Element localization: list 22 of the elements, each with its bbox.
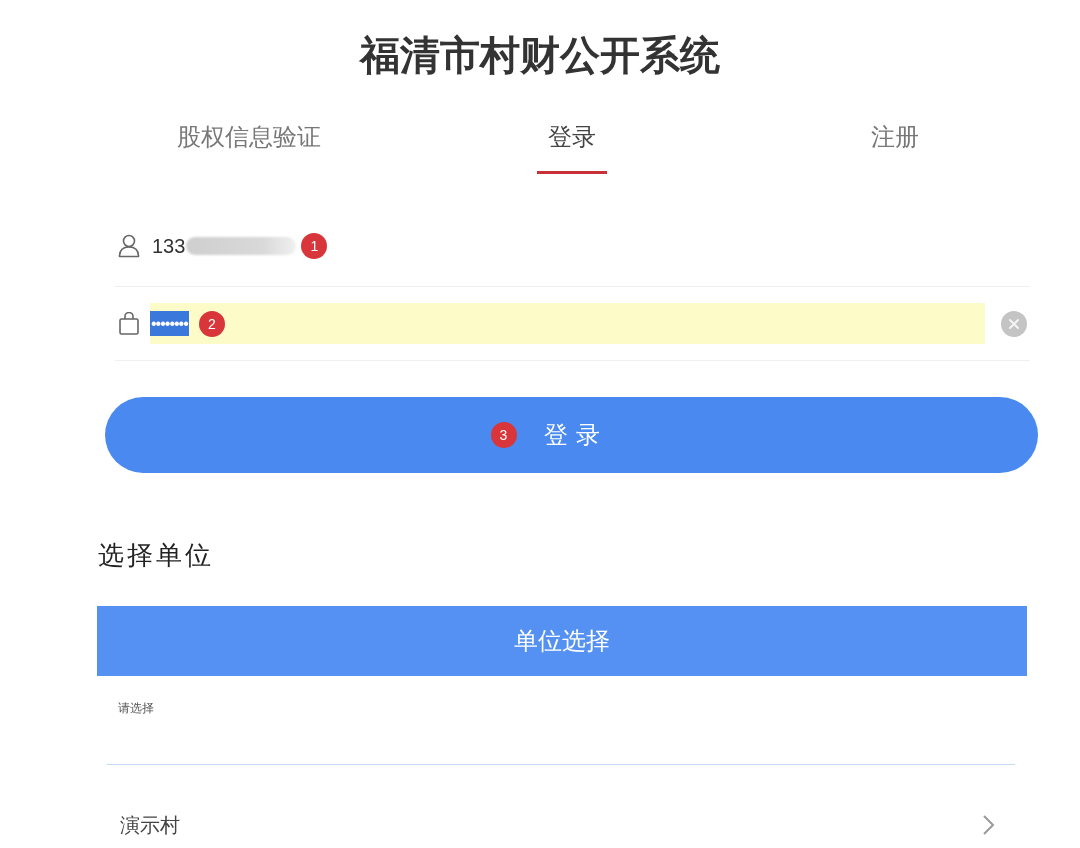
clear-button[interactable] [1001,310,1027,337]
option-label[interactable]: 演示村 [120,811,180,839]
page-title: 福清市村财公开系统 [360,32,720,79]
field-label: 请选择 [118,700,155,716]
section-heading: 选择单位 [98,539,214,572]
password-text: •••••••• [150,311,189,336]
username-text: 133 [152,234,186,259]
chevron-right-icon [982,814,995,836]
login-button[interactable]: 3 登录 [105,397,1038,473]
clear-icon [1001,310,1027,337]
annotation-badge: 1 [301,233,328,259]
tab[interactable]: 登录 [536,121,607,174]
tab[interactable]: 股权信息验证 [165,121,332,174]
user-icon [118,234,140,258]
annotation-badge: 3 [490,422,517,448]
padlock-icon [119,312,139,335]
password-field[interactable]: •••••••• 2 [150,303,985,344]
annotation-badge: 2 [198,310,225,337]
tab[interactable]: 注册 [859,121,930,174]
picker-header: 单位选择 [97,606,1027,676]
username-field[interactable]: 133 1 [115,214,1030,287]
unit-select-field[interactable]: 请选择 [107,676,1015,765]
